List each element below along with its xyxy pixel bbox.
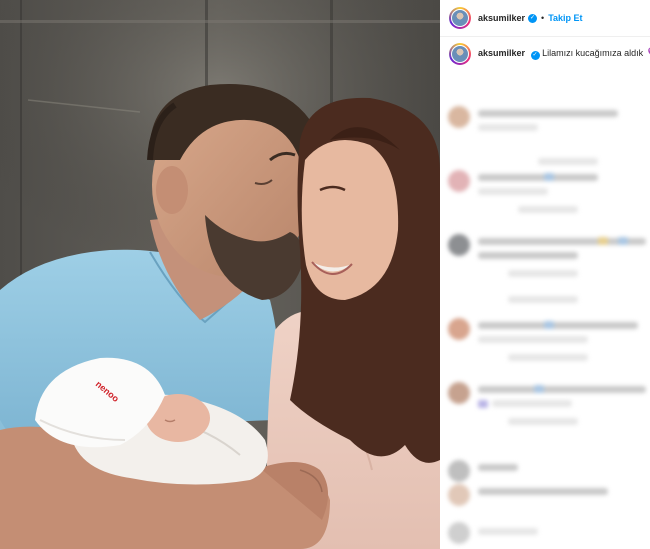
comment-text-line xyxy=(478,488,608,495)
post-side-panel: aksumilker ✓ • Takip Et aksumilker ✓ Lil… xyxy=(440,0,650,549)
header-username[interactable]: aksumilker xyxy=(478,13,525,23)
header-separator: • xyxy=(541,13,545,23)
caption-verified-badge-icon: ✓ xyxy=(530,50,540,60)
comment-emoji-icon xyxy=(618,237,628,245)
comment-meta-line xyxy=(508,270,578,277)
comment-emoji-icon xyxy=(598,237,608,245)
comment-avatar xyxy=(448,170,470,192)
comment-text-line xyxy=(478,322,638,329)
comment-replies-line xyxy=(538,158,598,165)
caption-text-wrap: aksumilker ✓ Lilamızı kucağımıza aldık 💜 xyxy=(478,43,650,65)
verified-badge-icon: ✓ xyxy=(528,13,538,23)
follow-button[interactable]: Takip Et xyxy=(548,13,582,23)
comment-avatar xyxy=(448,318,470,340)
caption-avatar[interactable] xyxy=(449,43,471,65)
comment-meta-line xyxy=(478,188,548,195)
comment-avatar xyxy=(448,234,470,256)
comment-replies-line xyxy=(518,206,578,213)
comment-replies-line xyxy=(508,354,588,361)
instagram-post: nenoo aksumilker ✓ • Takip Et aksumilker… xyxy=(0,0,650,549)
post-caption: aksumilker ✓ Lilamızı kucağımıza aldık 💜 xyxy=(440,43,650,65)
comment-emoji-icon xyxy=(544,173,554,181)
comment-text-line xyxy=(478,528,538,535)
comment-avatar xyxy=(448,106,470,128)
comment-emoji-icon xyxy=(534,385,544,393)
comment-replies-line xyxy=(508,296,578,303)
comment-emoji-icon xyxy=(544,321,554,329)
comment-text-line xyxy=(478,252,578,259)
post-photo[interactable]: nenoo xyxy=(0,0,440,549)
caption-username[interactable]: aksumilker xyxy=(478,48,525,58)
comment-text-line xyxy=(478,174,598,181)
comment-text-line xyxy=(478,110,618,117)
comment-avatar xyxy=(448,460,470,482)
comment-text-line xyxy=(478,386,646,393)
profile-avatar[interactable] xyxy=(449,7,471,29)
comment-avatar xyxy=(448,522,470,544)
caption-text: Lilamızı kucağımıza aldık xyxy=(542,48,644,58)
comment-text-line xyxy=(478,464,518,471)
comment-emoji-icon xyxy=(478,400,488,408)
comment-meta-line xyxy=(478,336,588,343)
comment-list xyxy=(440,88,650,549)
comment-meta-line xyxy=(492,400,572,407)
comment-avatar xyxy=(448,484,470,506)
comment-replies-line xyxy=(508,418,578,425)
comment-avatar xyxy=(448,382,470,404)
photo-illustration: nenoo xyxy=(0,0,440,549)
post-header: aksumilker ✓ • Takip Et xyxy=(440,0,650,37)
comment-meta-line xyxy=(478,124,538,131)
